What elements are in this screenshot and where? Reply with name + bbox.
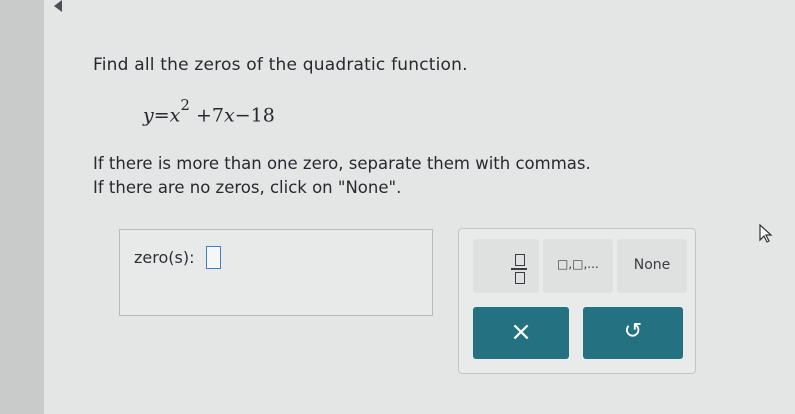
list-button[interactable]: □,□,...	[543, 239, 613, 293]
question-text: Find all the zeros of the quadratic func…	[93, 55, 468, 75]
instruction-multiple-zeros: If there is more than one zero, separate…	[93, 154, 591, 173]
equation: y=x2 +7x−18	[143, 96, 275, 127]
none-label: None	[633, 257, 671, 273]
undo-icon: ↺	[623, 319, 643, 344]
equation-equals: =	[153, 104, 170, 127]
list-icon: □,□,...	[557, 257, 599, 271]
instruction-no-zeros: If there are no zeros, click on "None".	[93, 178, 402, 197]
left-sidebar-strip	[0, 0, 44, 414]
close-icon: ×	[510, 317, 532, 347]
clear-button[interactable]: ×	[473, 307, 569, 359]
zeros-label: zero(s):	[134, 248, 195, 267]
mouse-cursor-icon	[759, 224, 773, 243]
equation-y: y	[143, 104, 154, 127]
zeros-input[interactable]	[206, 246, 221, 269]
equation-exponent: 2	[180, 96, 190, 114]
back-arrow-icon[interactable]	[54, 0, 62, 12]
equation-x: x	[169, 104, 181, 127]
none-button[interactable]: None	[617, 239, 687, 293]
equation-term2: +7	[195, 104, 224, 127]
fraction-button[interactable]	[473, 239, 539, 293]
equation-term2-var: x	[223, 104, 235, 127]
answer-area: zero(s):	[119, 229, 433, 316]
equation-term3: −18	[234, 104, 275, 127]
undo-button[interactable]: ↺	[583, 307, 683, 359]
math-keypad: □,□,... None × ↺	[458, 228, 696, 374]
